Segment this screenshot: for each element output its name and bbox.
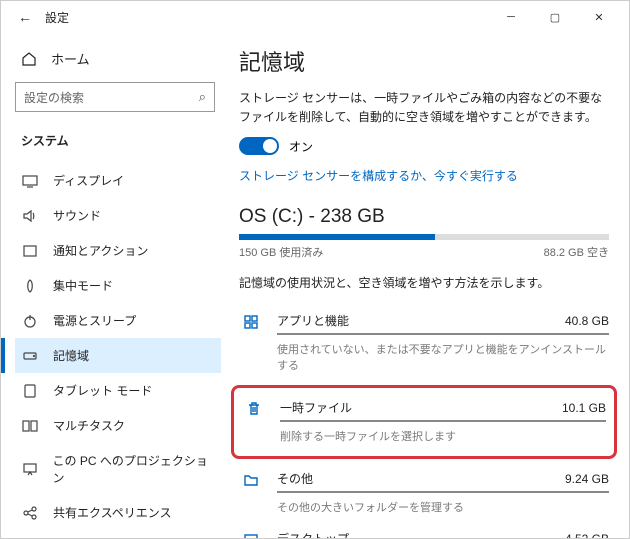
storage-item-other[interactable]: その他9.24 GB その他の大きいフォルダーを管理する	[239, 463, 609, 523]
back-button[interactable]: ←	[9, 9, 41, 25]
display-icon	[21, 173, 39, 189]
apps-icon	[239, 312, 263, 373]
storage-sense-toggle[interactable]	[239, 137, 279, 155]
maximize-button[interactable]: ▢	[533, 1, 577, 33]
trash-icon	[242, 399, 266, 444]
multitask-icon	[21, 418, 39, 434]
storage-sense-description: ストレージ センサーは、一時ファイルやごみ箱の内容などの不要なファイルを削除して…	[239, 89, 609, 127]
toggle-label: オン	[289, 138, 313, 155]
sidebar-item-power[interactable]: 電源とスリープ	[15, 303, 221, 338]
power-icon	[21, 313, 39, 329]
sidebar-item-sound[interactable]: サウンド	[15, 198, 221, 233]
search-icon: ⌕	[199, 89, 206, 105]
usage-description: 記憶域の使用状況と、空き領域を増やす方法を示します。	[239, 274, 609, 291]
sidebar: ホーム 設定の検索 ⌕ システム ディスプレイ サウンド 通知とアクション 集中…	[1, 33, 221, 538]
sidebar-item-clipboard[interactable]: クリップボード	[15, 530, 221, 538]
storage-item-apps[interactable]: アプリと機能40.8 GB 使用されていない、または不要なアプリと機能をアンイン…	[239, 305, 609, 381]
sidebar-item-focus[interactable]: 集中モード	[15, 268, 221, 303]
window-title: 設定	[45, 9, 69, 26]
home-label: ホーム	[51, 49, 90, 68]
minimize-button[interactable]: ─	[489, 1, 533, 33]
search-placeholder: 設定の検索	[24, 89, 84, 106]
configure-link[interactable]: ストレージ センサーを構成するか、今すぐ実行する	[239, 167, 518, 184]
focus-icon	[21, 278, 39, 294]
close-button[interactable]: ✕	[577, 1, 621, 33]
notification-icon	[21, 243, 39, 259]
sidebar-item-tablet[interactable]: タブレット モード	[15, 373, 221, 408]
tablet-icon	[21, 383, 39, 399]
home-link[interactable]: ホーム	[15, 41, 221, 76]
sidebar-item-display[interactable]: ディスプレイ	[15, 163, 221, 198]
storage-icon	[21, 348, 39, 364]
titlebar: ← 設定 ─ ▢ ✕	[1, 1, 629, 33]
usage-bar	[239, 234, 609, 240]
page-title: 記憶域	[239, 45, 609, 77]
projection-icon	[21, 461, 38, 477]
search-input[interactable]: 設定の検索 ⌕	[15, 82, 215, 112]
folder-icon	[239, 470, 263, 515]
sidebar-item-shared[interactable]: 共有エクスペリエンス	[15, 495, 221, 530]
storage-item-temp[interactable]: 一時ファイル10.1 GB 削除する一時ファイルを選択します	[242, 392, 606, 452]
sound-icon	[21, 208, 39, 224]
sidebar-item-multitask[interactable]: マルチタスク	[15, 408, 221, 443]
sidebar-item-storage[interactable]: 記憶域	[15, 338, 221, 373]
sidebar-item-projection[interactable]: この PC へのプロジェクション	[15, 443, 221, 495]
category-label: システム	[15, 122, 221, 163]
desktop-icon	[239, 530, 263, 538]
used-label: 150 GB 使用済み	[239, 244, 323, 260]
highlighted-temp-files: 一時ファイル10.1 GB 削除する一時ファイルを選択します	[231, 385, 617, 459]
sidebar-item-notifications[interactable]: 通知とアクション	[15, 233, 221, 268]
share-icon	[21, 505, 39, 521]
drive-title: OS (C:) - 238 GB	[239, 206, 609, 228]
storage-item-desktop[interactable]: デスクトップ4.52 GB デスクトップ フォルダーを管理する	[239, 523, 609, 538]
main-panel: 記憶域 ストレージ センサーは、一時ファイルやごみ箱の内容などの不要なファイルを…	[221, 33, 629, 538]
free-label: 88.2 GB 空き	[544, 244, 609, 260]
home-icon	[21, 51, 37, 67]
